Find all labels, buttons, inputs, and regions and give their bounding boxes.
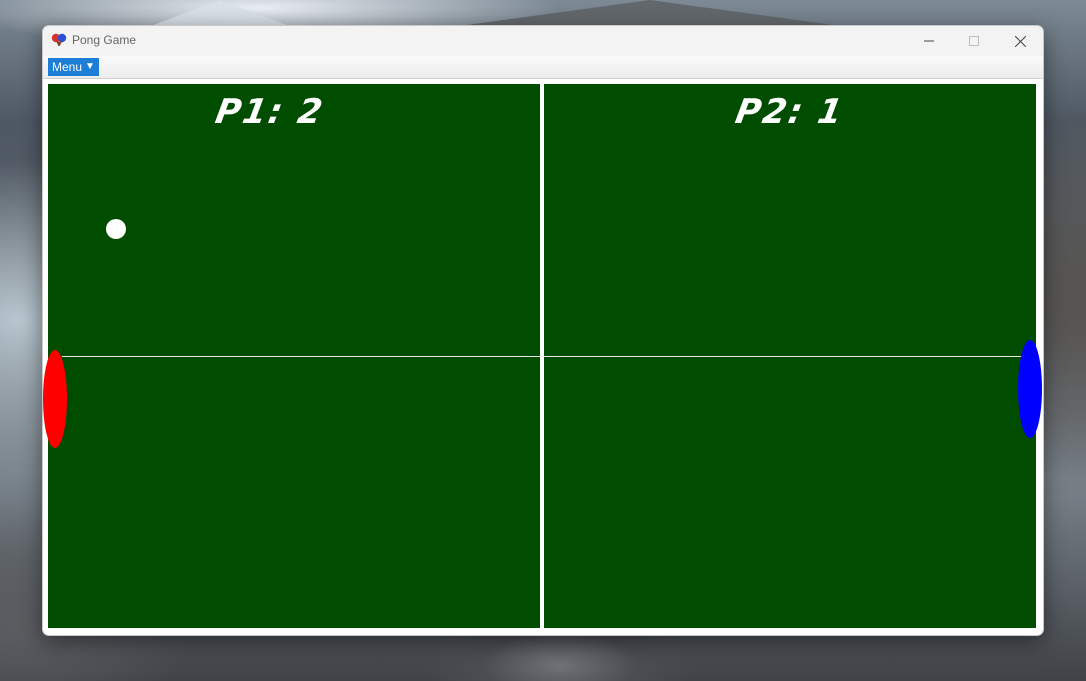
center-net-line: [540, 84, 544, 628]
minimize-icon: [924, 40, 934, 42]
window-title: Pong Game: [72, 33, 137, 47]
player2-paddle: [1018, 340, 1042, 438]
menu-bar: Menu ▼: [43, 56, 1043, 79]
menu-button[interactable]: Menu ▼: [48, 58, 99, 76]
dropdown-arrow-icon: ▼: [85, 61, 95, 72]
app-window: Pong Game Menu ▼ P1: 2 P2: 1: [42, 25, 1044, 636]
menu-label: Menu: [52, 60, 83, 74]
title-bar[interactable]: Pong Game: [43, 26, 1043, 56]
close-icon: [1014, 35, 1026, 47]
ball: [106, 219, 126, 239]
game-court[interactable]: P1: 2 P2: 1: [48, 84, 1036, 628]
player2-score: P2: 1: [732, 92, 848, 132]
paddles-app-icon: [51, 33, 67, 47]
maximize-icon: [969, 36, 979, 46]
player1-score: P1: 2: [212, 92, 328, 132]
maximize-button[interactable]: [951, 26, 997, 56]
minimize-button[interactable]: [906, 26, 952, 56]
close-button[interactable]: [997, 26, 1043, 56]
player1-paddle: [43, 350, 67, 448]
